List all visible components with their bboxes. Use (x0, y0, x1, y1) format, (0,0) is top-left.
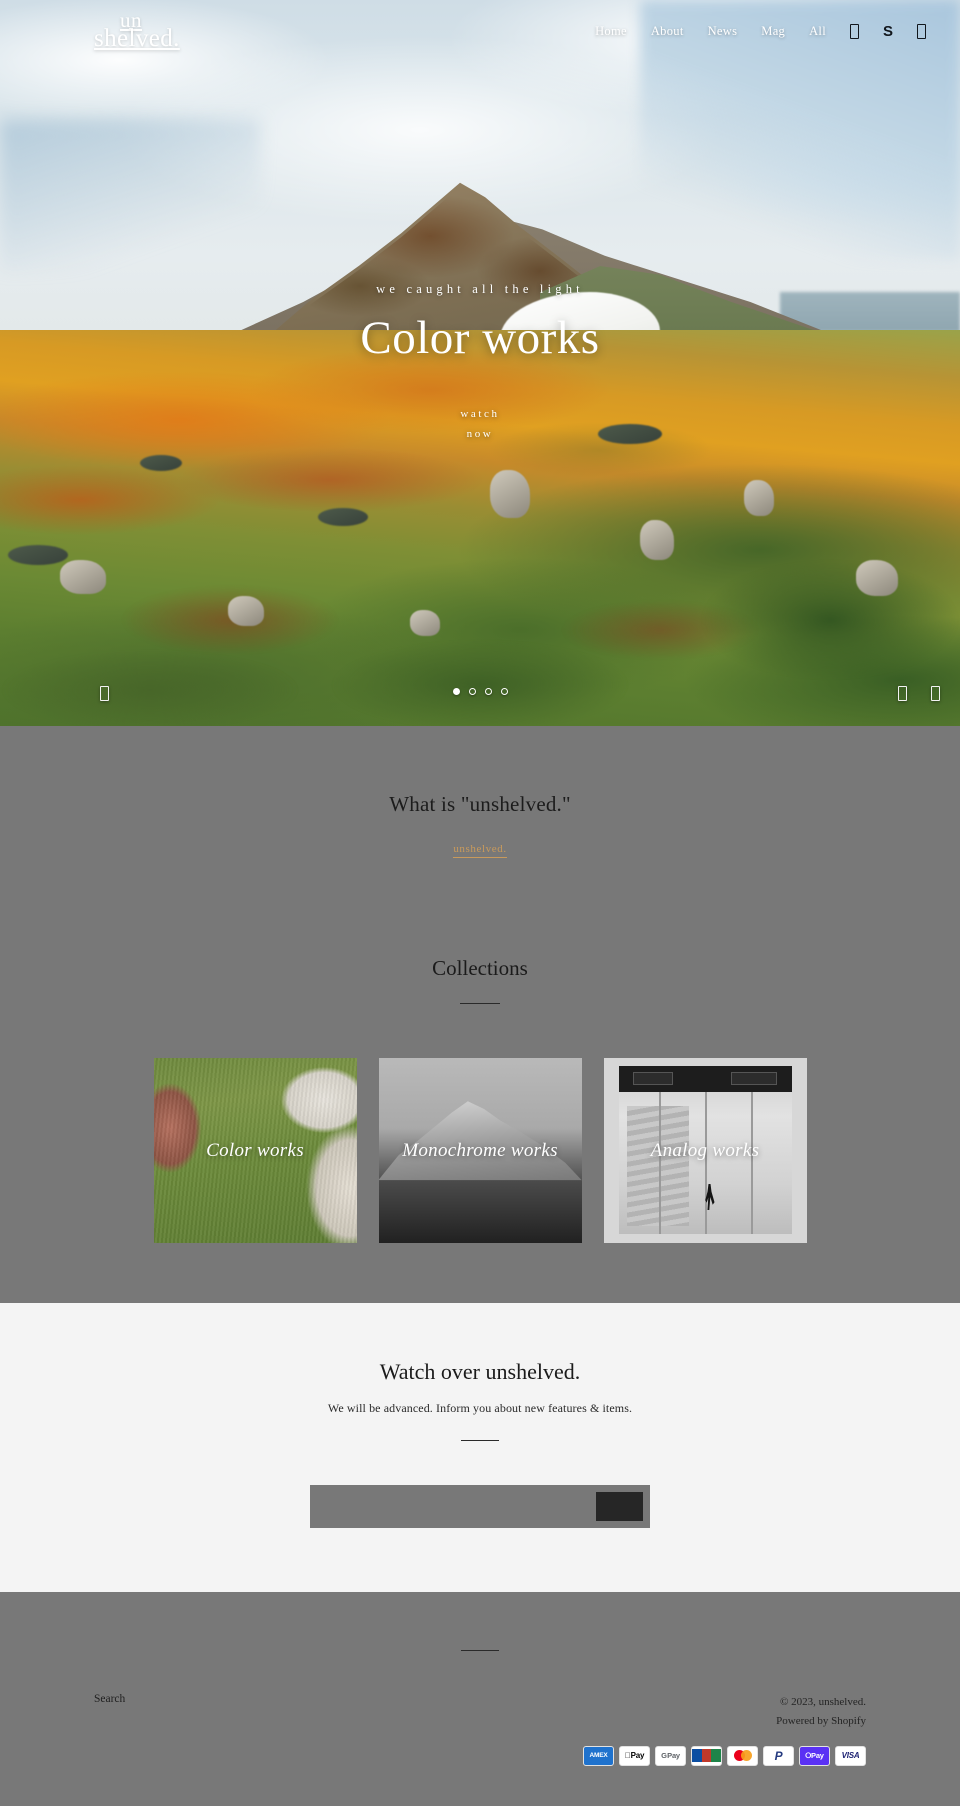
google-pay-icon: G Pay (655, 1745, 686, 1766)
nav-item-home[interactable]: Home (595, 24, 627, 39)
collection-card-monochrome-works[interactable]: Monochrome works (378, 1058, 582, 1243)
collections-grid: Color works Monochrome works Analog work… (0, 1058, 960, 1243)
slideshow-controls (0, 686, 960, 708)
nav-item-mag[interactable]: Mag (761, 24, 785, 39)
search-icon[interactable] (849, 23, 859, 39)
collections-divider (460, 1003, 500, 1004)
collection-card-label: Analog works (650, 1139, 760, 1161)
newsletter-submit-button[interactable] (596, 1492, 643, 1521)
site-footer: Search © 2023, unshelved. Powered by Sho… (0, 1592, 960, 1806)
mastercard-icon (727, 1745, 758, 1766)
pagination-dot-3[interactable] (484, 688, 492, 695)
hero-background-image (0, 0, 960, 726)
arrow-right-icon[interactable] (931, 686, 940, 706)
collections-title: Collections (432, 956, 528, 980)
hero-slideshow[interactable]: un shelved. Home About News Mag All S we… (0, 0, 960, 726)
hero-cta-line-2: now (466, 427, 494, 440)
footer-meta-block: © 2023, unshelved. Powered by Shopify AM… (583, 1693, 866, 1766)
newsletter-email-input[interactable] (310, 1485, 596, 1528)
newsletter-divider (461, 1440, 499, 1441)
logo-line-2: shelved. (94, 25, 180, 53)
about-link[interactable]: unshelved. (453, 843, 507, 858)
nav-item-news[interactable]: News (708, 24, 738, 39)
about-block: What is "unshelved." unshelved. (0, 792, 960, 910)
newsletter-subtitle: We will be advanced. Inform you about ne… (327, 1401, 633, 1415)
newsletter-form (310, 1485, 650, 1528)
payment-methods: AMEX Pay G Pay P ⭘Pay VISA (583, 1745, 866, 1766)
arrow-left-icon[interactable] (898, 686, 907, 706)
hero-cta-line-1: watch (460, 407, 500, 420)
pagination-dot-4[interactable] (500, 688, 508, 695)
footer-copyright: © 2023, unshelved. (780, 1696, 866, 1708)
gray-content-section: What is "unshelved." unshelved. Collecti… (0, 726, 960, 1303)
nav-item-all[interactable]: All (809, 24, 826, 39)
newsletter-section: Watch over unshelved. We will be advance… (0, 1303, 960, 1592)
site-logo[interactable]: un shelved. (94, 10, 180, 53)
jcb-icon (691, 1745, 722, 1766)
visa-icon: VISA (835, 1745, 866, 1766)
collection-card-label: Monochrome works (402, 1139, 558, 1161)
account-icon[interactable]: S (883, 24, 893, 39)
collection-card-label: Color works (206, 1139, 304, 1161)
shop-pay-icon: ⭘ Pay (799, 1745, 830, 1766)
about-title: What is "unshelved." (389, 792, 571, 816)
hero-cta-button[interactable]: watch now (460, 405, 499, 445)
slideshow-pagination (0, 688, 960, 695)
page-root: un shelved. Home About News Mag All S we… (0, 0, 960, 1806)
apple-pay-icon: Pay (619, 1745, 650, 1766)
collection-card-color-works[interactable]: Color works (153, 1058, 357, 1243)
pagination-dot-1[interactable] (452, 688, 460, 695)
american-express-icon: AMEX (583, 1745, 614, 1766)
collection-card-analog-works[interactable]: Analog works (603, 1058, 807, 1243)
paypal-icon: P (763, 1745, 794, 1766)
pagination-dot-2[interactable] (468, 688, 476, 695)
cart-icon[interactable] (917, 23, 926, 39)
footer-divider (461, 1650, 499, 1651)
nav-item-about[interactable]: About (651, 24, 684, 39)
footer-link-search[interactable]: Search (94, 1693, 125, 1705)
newsletter-title: Watch over unshelved. (379, 1359, 581, 1384)
site-header: un shelved. Home About News Mag All S (0, 0, 960, 62)
main-navigation: Home About News Mag All S (595, 23, 926, 39)
footer-powered-by: Powered by Shopify (776, 1715, 866, 1728)
